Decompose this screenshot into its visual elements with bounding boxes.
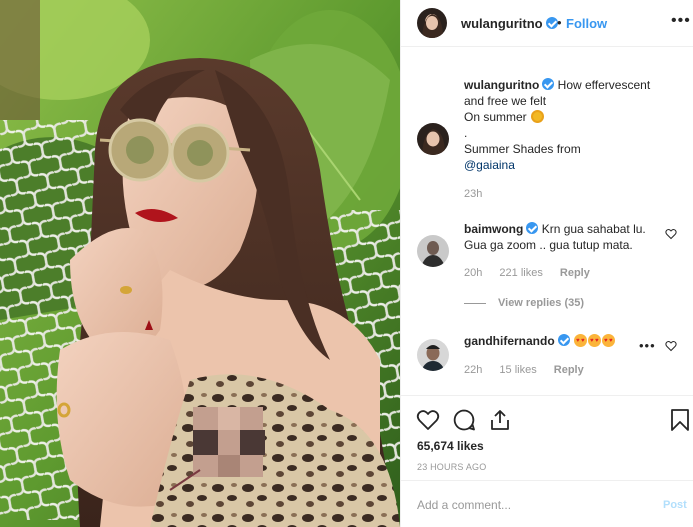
view-replies-button[interactable]: View replies (35) [464,297,584,309]
author-username[interactable]: wulanguritno [461,16,558,31]
like-comment-heart-icon[interactable] [665,340,677,352]
post-actions: 65,674 likes 23 HOURS AGO Post [401,395,693,527]
verified-badge-icon [545,17,558,29]
comment-username[interactable]: gandhifernando [464,334,555,348]
caption-line: How effervescent [557,78,651,92]
comment-more-icon[interactable]: ••• [639,338,656,353]
censor-mosaic [193,407,265,477]
caption-line: Summer Shades from [464,142,581,156]
caption-username[interactable]: wulanguritno [464,78,539,92]
follow-button[interactable]: Follow [566,16,607,31]
add-comment-bar: Post [401,480,693,527]
caption-avatar[interactable] [417,123,449,155]
comments-list[interactable]: wulanguritno How effervescent and free w… [401,47,693,395]
heart-eyes-emoji-icon [588,333,602,349]
comment-time[interactable]: 20h [464,267,482,279]
comment-likes[interactable]: 15 likes [499,364,536,376]
post-timestamp[interactable]: 23 HOURS AGO [417,462,486,472]
comment-likes[interactable]: 221 likes [499,267,542,279]
sunflower-emoji-icon [531,110,545,123]
reply-button[interactable]: Reply [560,267,590,279]
caption-text: wulanguritno How effervescent and free w… [464,77,664,173]
comment-time[interactable]: 22h [464,364,482,376]
more-options-icon[interactable]: ••• [671,12,691,30]
caption-line: On summer [464,110,527,124]
photo-image [0,0,400,527]
comment-meta: 22h 15 likes Reply [464,364,598,376]
verified-badge-icon [557,334,570,346]
caption-line: and free we felt [464,94,547,108]
divider-line [464,302,486,304]
comment-username[interactable]: baimwong [464,222,523,236]
heart-icon[interactable] [416,408,440,432]
comment-meta: 20h 221 likes Reply [464,267,604,279]
likes-count[interactable]: 65,674 likes [417,439,484,453]
comment-line: Gua ga zoom .. gua tutup mata. [464,238,633,252]
post-side-panel: wulanguritno • Follow ••• wulanguritno H… [400,0,693,527]
heart-eyes-emoji-icon [602,333,616,349]
post-comment-button[interactable]: Post [663,499,687,511]
separator-dot: • [557,15,562,30]
comment-avatar[interactable] [417,339,449,371]
heart-eyes-emoji-icon [574,333,588,349]
caption-line: . [464,126,468,140]
comment-text: baimwong Krn gua sahabat lu. Gua ga zoom… [464,221,664,253]
view-replies-label[interactable]: View replies (35) [498,297,584,309]
comment-line: Krn gua sahabat lu. [541,222,646,236]
caption-meta: 23h [464,188,496,200]
share-icon[interactable] [488,408,512,432]
comment-avatar[interactable] [417,235,449,267]
like-comment-heart-icon[interactable] [665,228,677,240]
verified-badge-icon [542,78,555,90]
reply-button[interactable]: Reply [554,364,584,376]
mention-link[interactable]: @gaiaina [464,158,515,172]
caption-time[interactable]: 23h [464,188,482,200]
bookmark-icon[interactable] [668,408,692,432]
post-photo[interactable] [0,0,400,527]
author-avatar[interactable] [417,8,447,38]
verified-badge-icon [526,222,539,234]
post-header: wulanguritno • Follow ••• [401,0,693,47]
comment-input[interactable] [417,495,647,515]
comment-text: gandhifernando [464,333,664,349]
comment-icon[interactable] [452,408,476,432]
